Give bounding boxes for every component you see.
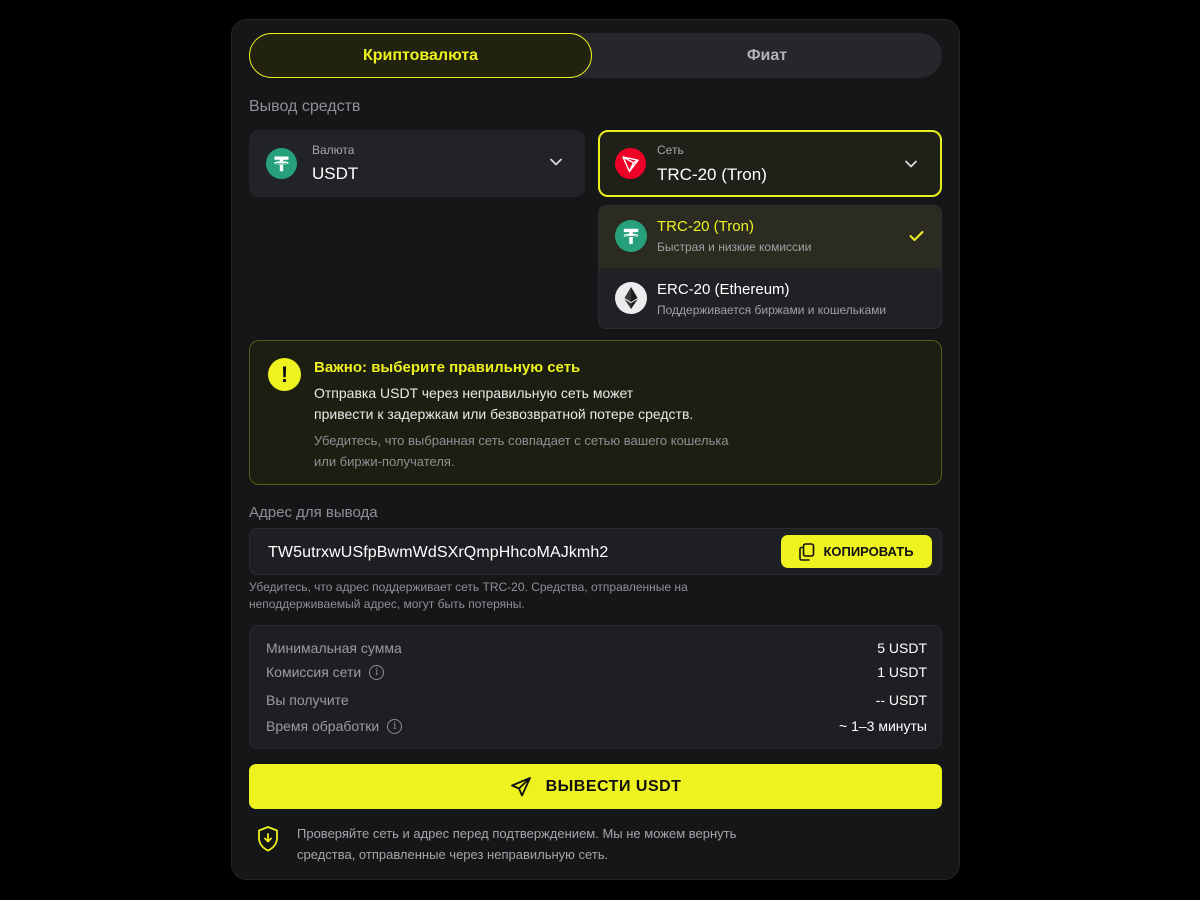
- network-warning: ! Важно: выберите правильную сеть Отправ…: [249, 340, 942, 485]
- summary-value: 5 USDT: [877, 640, 927, 656]
- warning-body: Отправка USDT через неправильную сеть мо…: [314, 383, 754, 425]
- summary-label-wrap: Комиссия сети i: [266, 664, 385, 680]
- tether-icon: [615, 220, 647, 252]
- currency-value: USDT: [312, 164, 359, 183]
- warning-note-line: или биржи-получателя.: [314, 454, 455, 469]
- section-title: Вывод средств: [249, 98, 361, 115]
- withdraw-summary: Минимальная сумма 5 USDT Комиссия сети i…: [249, 625, 942, 749]
- summary-label-wrap: Время обработки i: [266, 718, 403, 734]
- summary-row-min: Минимальная сумма 5 USDT: [266, 640, 927, 660]
- copy-button-label: КОПИРОВАТЬ: [823, 544, 914, 559]
- summary-label: Минимальная сумма: [266, 640, 402, 656]
- summary-value: 1 USDT: [877, 664, 927, 680]
- chevron-down-icon: [905, 160, 917, 168]
- tab-crypto[interactable]: Криптовалюта: [249, 33, 592, 78]
- withdraw-button-label: ВЫВЕСТИ USDT: [545, 777, 682, 795]
- option-title: ERC-20 (Ethereum): [657, 281, 790, 298]
- network-option-trc20[interactable]: TRC-20 (Tron) Быстрая и низкие комиссии: [599, 206, 941, 268]
- summary-row-receive: Вы получите -- USDT: [266, 692, 927, 712]
- footer-line: Проверяйте сеть и адрес перед подтвержде…: [297, 826, 737, 841]
- tab-fiat[interactable]: Фиат: [592, 33, 942, 78]
- address-field[interactable]: TW5utrxwUSfpBwmWdSXrQmpHhcoMAJkmh2 КОПИР…: [249, 528, 942, 575]
- shield-icon: [258, 826, 278, 852]
- warning-body-line: Отправка USDT через неправильную сеть мо…: [314, 385, 634, 401]
- network-select[interactable]: Сеть TRC-20 (Tron): [598, 130, 942, 197]
- send-icon: [510, 776, 531, 796]
- network-dropdown: TRC-20 (Tron) Быстрая и низкие комиссии …: [598, 205, 942, 329]
- summary-label: Комиссия сети: [266, 664, 362, 680]
- option-subtitle: Поддерживается биржами и кошельками: [657, 303, 887, 317]
- address-hint: Убедитесь, что адрес поддерживает сеть T…: [249, 579, 769, 613]
- summary-value: -- USDT: [875, 692, 927, 708]
- summary-row-time: Время обработки i ~ 1–3 минуты: [266, 718, 927, 738]
- tab-bar: Криптовалюта Фиат: [249, 33, 942, 78]
- network-value: TRC-20 (Tron): [657, 165, 767, 184]
- withdraw-button[interactable]: ВЫВЕСТИ USDT: [249, 764, 942, 809]
- footer-line: средства, отправленные через неправильну…: [297, 847, 609, 862]
- summary-value: ~ 1–3 минуты: [839, 718, 927, 734]
- info-icon[interactable]: i: [369, 664, 385, 680]
- check-icon: [909, 231, 924, 241]
- network-option-erc20[interactable]: ERC-20 (Ethereum) Поддерживается биржами…: [599, 268, 941, 328]
- warning-note-line: Убедитесь, что выбранная сеть совпадает …: [314, 433, 729, 448]
- address-label: Адрес для вывода: [249, 504, 378, 521]
- chevron-down-icon: [550, 158, 562, 166]
- currency-select[interactable]: Валюта USDT: [249, 130, 585, 197]
- footer-note: Проверяйте сеть и адрес перед подтвержде…: [297, 823, 817, 865]
- tron-icon: [615, 148, 646, 179]
- network-caption: Сеть: [657, 143, 684, 157]
- clipboard-icon: [799, 542, 815, 561]
- summary-label: Вы получите: [266, 692, 349, 708]
- warning-note: Убедитесь, что выбранная сеть совпадает …: [314, 430, 774, 472]
- option-subtitle: Быстрая и низкие комиссии: [657, 240, 812, 254]
- address-value[interactable]: TW5utrxwUSfpBwmWdSXrQmpHhcoMAJkmh2: [268, 544, 608, 562]
- warning-title: Важно: выберите правильную сеть: [314, 359, 581, 376]
- exclamation-icon: !: [268, 358, 301, 391]
- option-title: TRC-20 (Tron): [657, 218, 754, 235]
- tether-icon: [266, 148, 297, 179]
- copy-button[interactable]: КОПИРОВАТЬ: [781, 535, 932, 568]
- summary-label: Время обработки: [266, 718, 380, 734]
- info-icon[interactable]: i: [387, 718, 403, 734]
- ethereum-icon: [615, 282, 647, 314]
- address-hint-line: Убедитесь, что адрес поддерживает сеть T…: [249, 580, 688, 594]
- currency-caption: Валюта: [312, 143, 355, 157]
- warning-body-line: привести к задержкам или безвозвратной п…: [314, 406, 694, 422]
- address-hint-line: неподдерживаемый адрес, могут быть потер…: [249, 597, 525, 611]
- summary-row-fee: Комиссия сети i 1 USDT: [266, 664, 927, 684]
